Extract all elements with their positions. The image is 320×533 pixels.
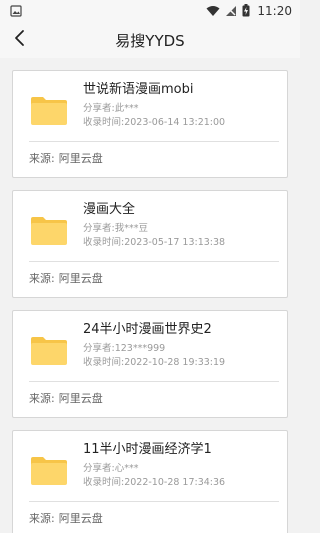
- folder-icon: [29, 450, 69, 490]
- item-title: 世说新语漫画mobi: [83, 82, 194, 97]
- item-title: 24半小时漫画世界史2: [83, 322, 212, 337]
- item-source: 来源: 阿里云盘: [29, 512, 103, 525]
- item-title: 11半小时漫画经济学1: [83, 442, 212, 457]
- item-time: 收录时间:2023-06-14 13:21:00: [83, 117, 226, 128]
- item-source: 来源: 阿里云盘: [29, 392, 103, 405]
- no-sim-signal-icon: [225, 2, 237, 21]
- wifi-icon: [206, 2, 220, 21]
- image-notification-icon: [10, 2, 22, 21]
- item-source: 来源: 阿里云盘: [29, 272, 103, 285]
- status-right: 11:20: [206, 2, 292, 21]
- back-arrow-icon: [13, 29, 27, 51]
- folder-icon: [29, 210, 69, 250]
- result-card[interactable]: 24半小时漫画世界史2 分享者:123***999 收录时间:2022-10-2…: [12, 310, 288, 418]
- item-sharer: 分享者:我***豆: [83, 223, 148, 234]
- status-bar: 11:20: [0, 0, 300, 22]
- folder-icon: [29, 330, 69, 370]
- item-source: 来源: 阿里云盘: [29, 152, 103, 165]
- item-time: 收录时间:2022-10-28 17:34:36: [83, 477, 226, 488]
- back-button[interactable]: [2, 22, 38, 58]
- item-time: 收录时间:2023-05-17 13:13:38: [83, 237, 226, 248]
- item-sharer: 分享者:心***: [83, 463, 139, 474]
- battery-charging-icon: [242, 2, 250, 21]
- app-header: 易搜YYDS: [0, 22, 300, 58]
- folder-icon: [29, 90, 69, 130]
- result-list: 世说新语漫画mobi 分享者:此*** 收录时间:2023-06-14 13:2…: [0, 58, 300, 533]
- result-card[interactable]: 漫画大全 分享者:我***豆 收录时间:2023-05-17 13:13:38 …: [12, 190, 288, 298]
- item-title: 漫画大全: [83, 202, 136, 217]
- item-sharer: 分享者:123***999: [83, 343, 166, 354]
- status-left: [10, 2, 22, 21]
- result-card[interactable]: 11半小时漫画经济学1 分享者:心*** 收录时间:2022-10-28 17:…: [12, 430, 288, 533]
- status-time: 11:20: [257, 4, 292, 18]
- item-time: 收录时间:2022-10-28 19:33:19: [83, 357, 226, 368]
- item-sharer: 分享者:此***: [83, 103, 139, 114]
- page-title: 易搜YYDS: [115, 31, 185, 50]
- result-card[interactable]: 世说新语漫画mobi 分享者:此*** 收录时间:2023-06-14 13:2…: [12, 70, 288, 178]
